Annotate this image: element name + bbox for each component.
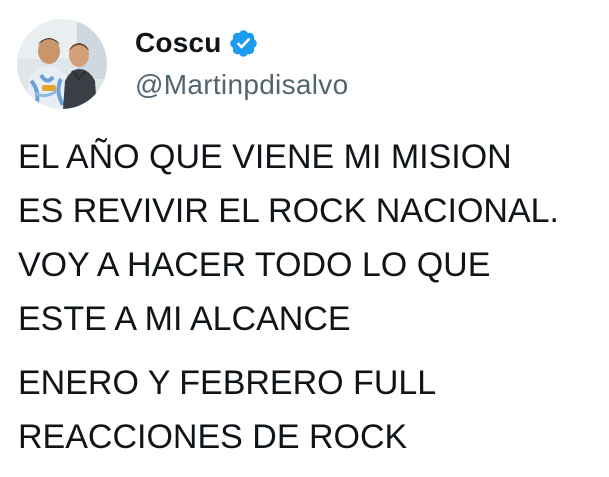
verified-badge-icon: [228, 28, 259, 59]
tweet-line: REACCIONES DE ROCK: [18, 418, 408, 456]
tweet-paragraph: ENERO Y FEBRERO FULL REACCIONES DE ROCK: [18, 356, 436, 464]
tweet-paragraph: EL AÑO QUE VIENE MI MISION ES REVIVIR EL…: [18, 130, 603, 346]
tweet-line: EL AÑO QUE VIENE MI MISION: [18, 138, 512, 176]
author-name-row: Coscu: [135, 23, 259, 63]
tweet-card: Coscu @Martinpdisalvo EL AÑO QUE VIENE M…: [0, 0, 609, 477]
tweet-text: EL AÑO QUE VIENE MI MISION ES REVIVIR EL…: [18, 130, 603, 456]
tweet-line: ESTE A MI ALCANCE: [18, 300, 351, 338]
author-handle[interactable]: @Martinpdisalvo: [135, 69, 348, 101]
tweet-line: ES REVIVIR EL ROCK NACIONAL.: [18, 192, 559, 230]
tweet-line: ENERO Y FEBRERO FULL: [18, 364, 437, 402]
author-display-name[interactable]: Coscu: [135, 27, 222, 59]
tweet-line: VOY A HACER TODO LO QUE: [18, 246, 491, 284]
avatar-photo: [17, 19, 107, 109]
avatar[interactable]: [17, 19, 107, 109]
